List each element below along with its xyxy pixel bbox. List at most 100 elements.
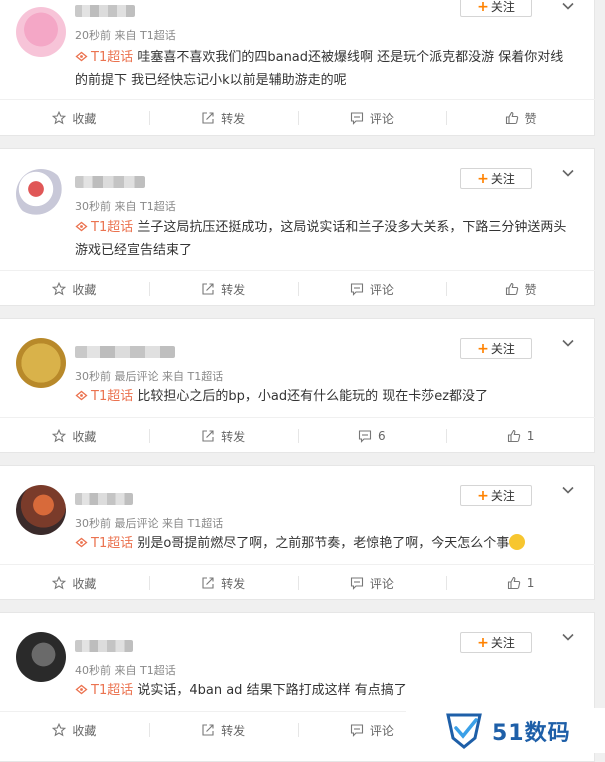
post-meta: 40秒前 来自 T1超话 [75,664,176,677]
avatar[interactable] [16,485,66,535]
watermark-text: 51数码 [492,720,571,746]
follow-button[interactable]: + 关注 [460,632,532,653]
avatar[interactable] [16,7,66,57]
chevron-down-icon[interactable] [561,336,575,350]
follow-label: 关注 [490,636,515,650]
repost-icon [202,430,214,442]
repost-label: 转发 [221,429,246,444]
post-meta: 30秒前 最后评论 来自 T1超话 [75,517,224,530]
star-icon [52,723,67,737]
follow-label: 关注 [490,0,515,14]
thumbs-up-icon [507,429,520,443]
topic-label: T1超话 [91,683,134,698]
star-icon [52,282,67,296]
topic-link[interactable]: T1超话 [75,683,133,698]
star-icon [52,576,67,590]
topic-link[interactable]: T1超话 [75,220,133,235]
follow-label: 关注 [490,172,515,186]
collect-label: 收藏 [72,723,97,738]
comment-icon [350,724,363,737]
comment-label: 评论 [369,111,394,126]
topic-icon [75,684,88,695]
like-label: 赞 [524,282,537,297]
comment-label: 评论 [369,723,394,738]
username[interactable] [75,640,133,652]
collect-button[interactable]: 收藏 [0,271,149,307]
topic-label: T1超话 [91,389,134,404]
topic-label: T1超话 [91,536,134,551]
repost-label: 转发 [221,723,246,738]
repost-button[interactable]: 转发 [148,712,298,748]
collect-button[interactable]: 收藏 [0,100,149,136]
repost-label: 转发 [221,282,246,297]
plus-icon: + [477,170,489,187]
comment-icon [350,283,363,296]
chevron-down-icon[interactable] [561,483,575,497]
repost-label: 转发 [221,576,246,591]
avatar[interactable] [16,632,66,682]
username[interactable] [75,176,145,188]
thumbs-up-icon [507,576,520,590]
plus-icon: + [477,487,489,504]
emoji-icon [509,534,526,550]
post-meta: 30秒前 来自 T1超话 [75,200,176,213]
repost-label: 转发 [221,111,246,126]
avatar[interactable] [16,338,66,388]
chevron-down-icon[interactable] [561,166,575,180]
star-icon [52,111,67,125]
shield-check-icon [446,713,482,749]
comment-icon [358,430,372,443]
collect-button[interactable]: 收藏 [0,418,149,454]
action-bar: 收藏 转发 评论 1 [0,564,595,601]
like-count: 1 [526,429,535,443]
repost-button[interactable]: 转发 [148,100,298,136]
comment-button[interactable]: 6 [297,418,447,454]
avatar[interactable] [16,169,66,219]
post-content: T1超话 兰子这局抗压还挺成功，这局说实话和兰子没多大关系，下路三分钟送两头游戏… [75,216,574,262]
follow-button[interactable]: + 关注 [460,0,532,17]
collect-label: 收藏 [72,282,97,297]
chevron-down-icon[interactable] [561,0,575,13]
comment-count: 6 [378,429,386,443]
username[interactable] [75,493,133,505]
post-text: 兰子这局抗压还挺成功，这局说实话和兰子没多大关系，下路三分钟送两头游戏已经宣告结… [75,220,567,258]
repost-icon [202,112,214,124]
collect-button[interactable]: 收藏 [0,712,149,748]
username[interactable] [75,5,135,17]
post-meta: 30秒前 最后评论 来自 T1超话 [75,370,224,383]
repost-button[interactable]: 转发 [148,418,298,454]
topic-link[interactable]: T1超话 [75,389,133,404]
post-card: 30秒前 来自 T1超话 + 关注 T1超话 兰子这局抗压还挺成功，这局说实话和… [0,148,595,306]
like-button[interactable]: 赞 [446,271,595,307]
like-count: 1 [526,576,535,590]
follow-button[interactable]: + 关注 [460,168,532,189]
comment-label: 评论 [369,576,394,591]
topic-icon [75,537,88,548]
comment-button[interactable]: 评论 [297,100,447,136]
watermark-logo: 51数码 [406,708,605,753]
like-button[interactable]: 赞 [446,100,595,136]
post-text: 别是o哥提前燃尽了啊，之前那节奏，老惊艳了啊，今天怎么个事 [133,536,510,551]
comment-label: 评论 [369,282,394,297]
follow-button[interactable]: + 关注 [460,338,532,359]
follow-label: 关注 [490,342,515,356]
repost-button[interactable]: 转发 [148,271,298,307]
topic-link[interactable]: T1超话 [75,50,133,65]
repost-icon [202,577,214,589]
collect-label: 收藏 [72,111,97,126]
star-icon [52,429,67,443]
topic-link[interactable]: T1超话 [75,536,133,551]
repost-button[interactable]: 转发 [148,565,298,601]
like-button[interactable]: 1 [446,418,595,454]
follow-button[interactable]: + 关注 [460,485,532,506]
chevron-down-icon[interactable] [561,630,575,644]
collect-button[interactable]: 收藏 [0,565,149,601]
follow-label: 关注 [490,489,515,503]
comment-button[interactable]: 评论 [297,271,447,307]
username[interactable] [75,346,175,358]
comment-button[interactable]: 评论 [297,565,447,601]
action-bar: 收藏 转发 评论 赞 [0,270,595,307]
like-label: 赞 [524,111,537,126]
post-text: 说实话，4ban ad 结果下路打成这样 有点搞了 [133,683,407,698]
like-button[interactable]: 1 [446,565,595,601]
